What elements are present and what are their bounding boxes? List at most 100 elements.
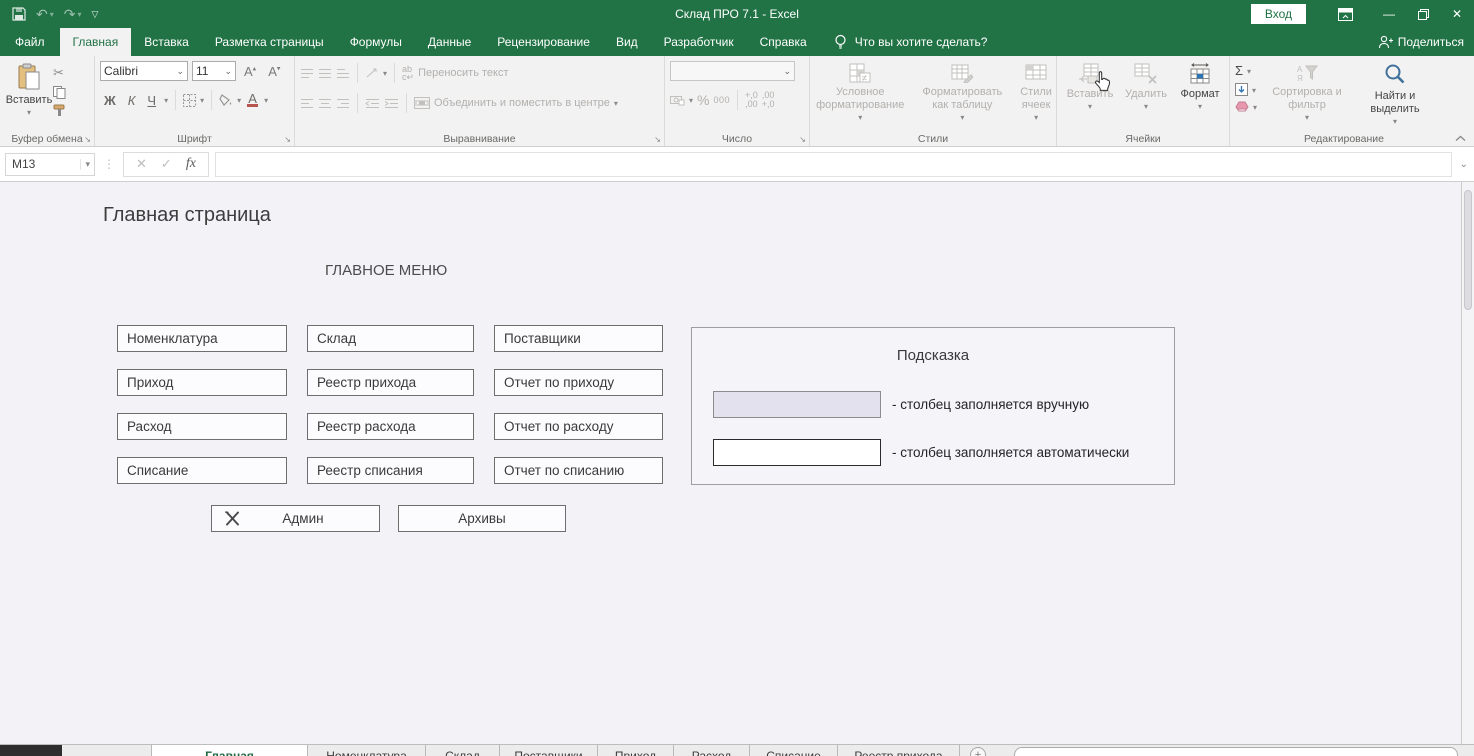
menu-button-suppliers[interactable]: Поставщики — [494, 325, 663, 352]
tab-developer[interactable]: Разработчик — [651, 28, 747, 56]
sheet-tab[interactable]: Списание — [750, 745, 838, 756]
number-format-combo[interactable]: ⌄ — [670, 61, 795, 81]
share-button[interactable]: Поделиться — [1378, 28, 1464, 56]
redo-icon[interactable]: ↷▾ — [64, 6, 82, 23]
accounting-dropdown-icon[interactable]: ▾ — [689, 96, 693, 105]
sign-in-button[interactable]: Вход — [1251, 4, 1306, 24]
tab-home[interactable]: Главная — [60, 28, 132, 56]
vertical-scrollbar[interactable] — [1461, 182, 1474, 744]
fill-color-icon[interactable] — [219, 94, 233, 107]
merge-dropdown-icon[interactable]: ▾ — [614, 99, 618, 108]
number-dialog-launcher-icon[interactable]: ↘ — [799, 135, 806, 144]
menu-button-income[interactable]: Приход — [117, 369, 287, 396]
menu-button-writeoff-register[interactable]: Реестр списания — [307, 457, 474, 484]
increase-decimal-button[interactable]: +,0,00 — [745, 91, 758, 109]
customize-qat-icon[interactable]: ▽ — [92, 9, 99, 20]
align-middle-icon[interactable] — [318, 68, 332, 79]
merge-center-button[interactable]: Объединить и поместить в центре — [434, 97, 610, 109]
accounting-format-icon[interactable] — [670, 94, 685, 106]
find-select-button[interactable]: Найти и выделить ▾ — [1357, 61, 1433, 131]
horizontal-scrollbar[interactable] — [998, 745, 1474, 756]
font-color-dropdown-icon[interactable]: ▾ — [264, 96, 268, 105]
comma-style-button[interactable]: 000 — [713, 95, 730, 105]
decrease-decimal-button[interactable]: ,00+,0 — [762, 91, 775, 109]
decrease-indent-icon[interactable] — [365, 98, 380, 109]
increase-indent-icon[interactable] — [384, 98, 399, 109]
menu-button-income-report[interactable]: Отчет по приходу — [494, 369, 663, 396]
shrink-font-button[interactable]: А▾ — [264, 63, 284, 80]
save-icon[interactable] — [12, 7, 26, 21]
underline-button[interactable]: Ч — [143, 92, 160, 109]
name-box[interactable]: M13 ▾ — [5, 153, 95, 176]
cancel-entry-icon[interactable]: ✕ — [136, 156, 147, 172]
sheet-nav-arrows-area[interactable] — [62, 745, 152, 756]
minimize-button[interactable]: — — [1372, 0, 1406, 28]
collapse-ribbon-icon[interactable] — [1455, 135, 1466, 142]
menu-button-warehouse[interactable]: Склад — [307, 325, 474, 352]
tab-view[interactable]: Вид — [603, 28, 651, 56]
orientation-icon[interactable] — [365, 67, 379, 79]
archives-button[interactable]: Архивы — [398, 505, 566, 532]
align-right-icon[interactable] — [336, 98, 350, 109]
align-bottom-icon[interactable] — [336, 68, 350, 79]
orientation-dropdown-icon[interactable]: ▾ — [383, 69, 387, 78]
align-center-icon[interactable] — [318, 98, 332, 109]
new-sheet-button[interactable]: + — [970, 747, 986, 756]
insert-function-button[interactable]: fx — [186, 156, 196, 172]
restore-button[interactable] — [1406, 0, 1440, 28]
conditional-formatting-button[interactable]: ≠ Условное форматирование ▾ — [810, 61, 910, 131]
menu-button-writeoff-report[interactable]: Отчет по списанию — [494, 457, 663, 484]
tab-review[interactable]: Рецензирование — [484, 28, 603, 56]
italic-button[interactable]: К — [124, 92, 140, 109]
fill-color-dropdown-icon[interactable]: ▾ — [237, 96, 241, 105]
align-top-icon[interactable] — [300, 68, 314, 79]
font-name-combo[interactable]: Calibri⌄ — [100, 61, 188, 81]
sort-filter-button[interactable]: АЯ Сортировка и фильтр ▾ — [1265, 61, 1349, 131]
ribbon-display-options-icon[interactable] — [1328, 0, 1362, 28]
font-color-button[interactable]: А — [245, 94, 260, 107]
tab-file[interactable]: Файл — [0, 28, 60, 56]
formula-input[interactable] — [215, 152, 1452, 177]
sheet-tab[interactable]: Склад — [426, 745, 500, 756]
sheet-tab[interactable]: Приход — [598, 745, 674, 756]
cell-styles-button[interactable]: Стили ячеек ▾ — [1014, 61, 1058, 131]
tab-insert[interactable]: Вставка — [131, 28, 202, 56]
align-left-icon[interactable] — [300, 98, 314, 109]
format-as-table-button[interactable]: Форматировать как таблицу ▾ — [916, 61, 1008, 131]
grow-font-button[interactable]: А▴ — [240, 63, 260, 80]
borders-dropdown-icon[interactable]: ▾ — [200, 96, 204, 105]
sheet-tab[interactable]: Поставщики — [500, 745, 598, 756]
paste-button[interactable]: Вставить ▾ — [5, 61, 53, 131]
menu-button-writeoff[interactable]: Списание — [117, 457, 287, 484]
autosum-button[interactable]: Σ▾ — [1235, 63, 1257, 78]
tab-page-layout[interactable]: Разметка страницы — [202, 28, 337, 56]
vertical-scrollbar-thumb[interactable] — [1464, 190, 1472, 310]
sheet-tab[interactable]: Реестр прихода — [838, 745, 960, 756]
tab-help[interactable]: Справка — [747, 28, 820, 56]
admin-button[interactable]: Админ — [211, 505, 380, 532]
sheet-tab-active[interactable]: Главная — [152, 745, 308, 756]
alignment-dialog-launcher-icon[interactable]: ↘ — [654, 135, 661, 144]
close-button[interactable]: ✕ — [1440, 0, 1474, 28]
tab-formulas[interactable]: Формулы — [337, 28, 415, 56]
format-painter-icon[interactable] — [53, 104, 66, 117]
confirm-entry-icon[interactable]: ✓ — [161, 156, 172, 172]
expand-formula-bar-icon[interactable]: ⌄ — [1460, 159, 1468, 170]
percent-style-button[interactable]: % — [697, 92, 709, 108]
copy-icon[interactable] — [53, 86, 66, 99]
underline-dropdown-icon[interactable]: ▾ — [164, 96, 168, 105]
delete-cells-button[interactable]: Удалить ▾ — [1121, 61, 1171, 131]
sheet-tab[interactable]: Расход — [674, 745, 750, 756]
name-box-dropdown-icon[interactable]: ▾ — [80, 159, 94, 170]
menu-button-nomenclature[interactable]: Номенклатура — [117, 325, 287, 352]
tell-me-search[interactable]: Что вы хотите сделать? — [834, 28, 988, 56]
menu-button-expense-register[interactable]: Реестр расхода — [307, 413, 474, 440]
horizontal-scrollbar-thumb[interactable] — [1014, 747, 1458, 756]
sheet-tab[interactable]: Номенклатура — [308, 745, 426, 756]
borders-icon[interactable] — [183, 94, 196, 107]
clear-button[interactable]: ▾ — [1235, 101, 1257, 112]
bold-button[interactable]: Ж — [100, 92, 120, 109]
fill-button[interactable]: ▾ — [1235, 83, 1257, 96]
tab-data[interactable]: Данные — [415, 28, 484, 56]
menu-button-expense-report[interactable]: Отчет по расходу — [494, 413, 663, 440]
